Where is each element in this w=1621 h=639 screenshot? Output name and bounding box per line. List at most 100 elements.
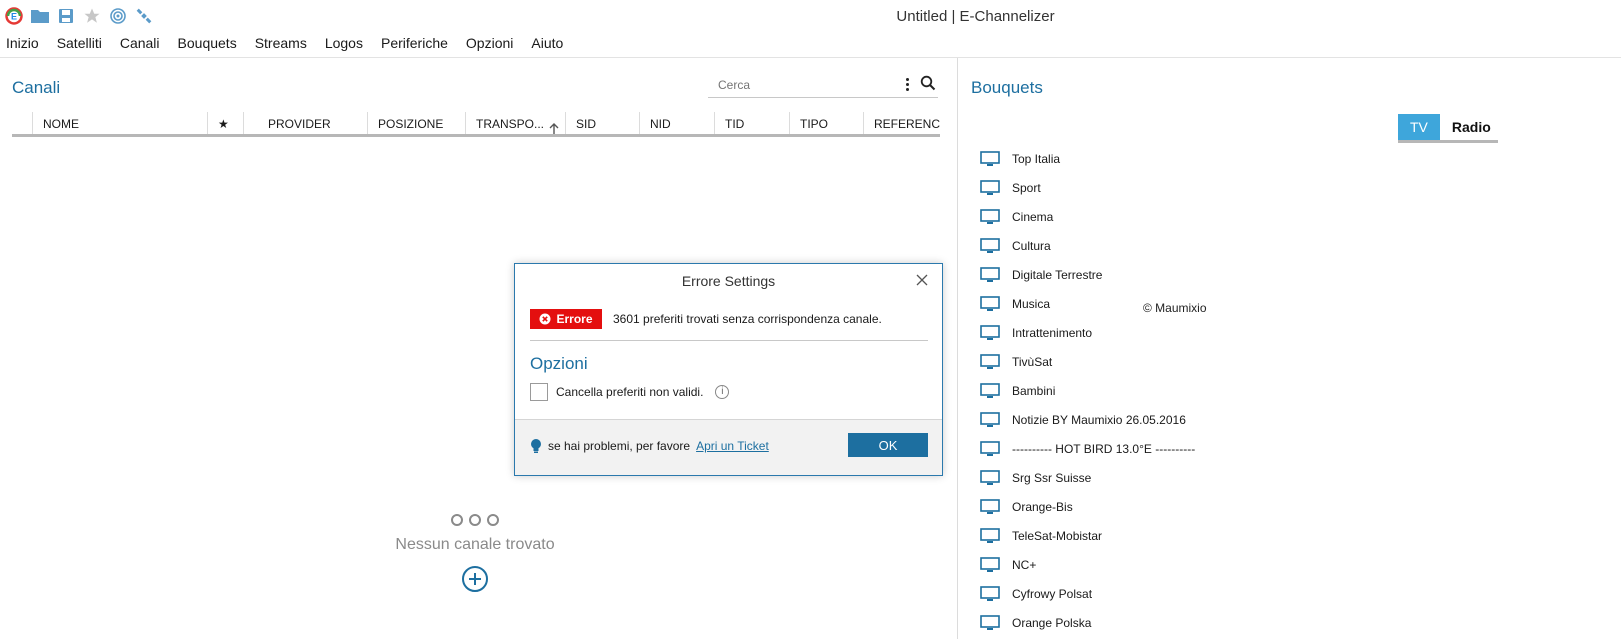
bouquet-label: Digitale Terrestre — [1012, 267, 1103, 282]
bouquet-item[interactable]: Digitale Terrestre — [980, 260, 1195, 289]
bouquet-label: ---------- HOT BIRD 13.0°E ---------- — [1012, 441, 1196, 456]
menu-inizio[interactable]: Inizio — [6, 32, 39, 54]
column-transponder-label: TRANSPO... — [476, 117, 545, 131]
bouquet-item[interactable]: NC+ — [980, 550, 1195, 579]
more-options-icon[interactable] — [902, 76, 912, 96]
column-transponder[interactable]: TRANSPO... — [465, 112, 565, 134]
bouquet-item[interactable]: Intrattenimento — [980, 318, 1195, 347]
close-icon[interactable] — [916, 273, 928, 291]
empty-state: Nessun canale trovato — [380, 514, 570, 592]
ok-button[interactable]: OK — [848, 433, 928, 457]
bouquet-label: NC+ — [1012, 557, 1037, 572]
delete-invalid-option: Cancella preferiti non validi. i — [530, 383, 730, 401]
tab-tv[interactable]: TV — [1398, 114, 1440, 140]
menu-bouquets[interactable]: Bouquets — [178, 32, 237, 54]
tv-icon — [980, 237, 1000, 254]
delete-invalid-checkbox[interactable] — [530, 383, 548, 401]
window-title: Untitled | E-Channelizer — [896, 8, 1055, 25]
bouquet-label: Orange-Bis — [1012, 499, 1073, 514]
bouquet-label: Orange Polska — [1012, 615, 1092, 630]
menu-bar: Inizio Satelliti Canali Bouquets Streams… — [0, 32, 1621, 58]
tv-icon — [980, 527, 1000, 544]
column-select[interactable] — [12, 112, 32, 134]
bouquet-item[interactable]: TivùSat — [980, 347, 1195, 376]
channels-title: Canali — [12, 78, 61, 97]
add-channel-button[interactable] — [462, 566, 488, 592]
tv-icon — [980, 179, 1000, 196]
open-ticket-link[interactable]: Apri un Ticket — [696, 439, 769, 453]
bouquet-list: Top Italia Sport Cinema Cultura Digitale Ter… — [980, 144, 1195, 637]
bouquet-label: TivùSat — [1012, 354, 1053, 369]
menu-aiuto[interactable]: Aiuto — [531, 32, 563, 54]
tv-icon — [980, 411, 1000, 428]
bouquet-item[interactable]: Cinema — [980, 202, 1195, 231]
bouquet-item[interactable]: TeleSat-Mobistar — [980, 521, 1195, 550]
column-nid[interactable]: NID — [639, 112, 714, 134]
column-reference[interactable]: REFERENC — [863, 112, 940, 134]
error-icon — [539, 313, 551, 325]
column-provider[interactable]: PROVIDER — [243, 112, 367, 134]
tv-icon — [980, 353, 1000, 370]
menu-opzioni[interactable]: Opzioni — [466, 32, 513, 54]
tv-icon — [980, 324, 1000, 341]
help-hint-text: se hai problemi, per favore — [548, 439, 691, 453]
bouquet-item[interactable]: Top Italia — [980, 144, 1195, 173]
bouquet-item[interactable]: Orange Polska — [980, 608, 1195, 637]
error-message: 3601 preferiti trovati senza corrisponde… — [613, 312, 882, 326]
menu-periferiche[interactable]: Periferiche — [381, 32, 448, 54]
column-favorite[interactable]: ★ — [207, 112, 243, 134]
tab-radio[interactable]: Radio — [1440, 114, 1503, 140]
bouquet-label: Top Italia — [1012, 151, 1061, 166]
bouquet-label: Cultura — [1012, 238, 1051, 253]
title-bar: E Untitled | E-Channelizer — [0, 0, 1621, 32]
bouquet-item[interactable]: Notizie BY Maumixio 26.05.2016 — [980, 405, 1195, 434]
search-input[interactable] — [708, 74, 888, 96]
bouquets-pane: Bouquets TV Radio Top Italia Sport Cinema C… — [957, 58, 1621, 639]
error-dialog: Errore Settings Errore 3601 preferiti tr… — [514, 263, 943, 476]
info-icon[interactable]: i — [715, 385, 730, 399]
bouquet-item[interactable]: Cyfrowy Polsat — [980, 579, 1195, 608]
bouquet-label: TeleSat-Mobistar — [1012, 528, 1103, 543]
error-badge-label: Errore — [556, 312, 593, 326]
tv-icon — [980, 498, 1000, 515]
bouquet-item[interactable]: Orange-Bis — [980, 492, 1195, 521]
bouquet-label: Bambini — [1012, 383, 1056, 398]
channels-table-header: NOME ★ PROVIDER POSIZIONE TRANSPO... SID… — [12, 112, 940, 137]
column-tipo[interactable]: TIPO — [789, 112, 863, 134]
bouquet-item[interactable]: Sport — [980, 173, 1195, 202]
column-posizione[interactable]: POSIZIONE — [367, 112, 465, 134]
column-nome[interactable]: NOME — [32, 112, 207, 134]
bouquet-item[interactable]: ---------- HOT BIRD 13.0°E ---------- — [980, 434, 1195, 463]
menu-streams[interactable]: Streams — [255, 32, 307, 54]
bouquet-label: Cyfrowy Polsat — [1012, 586, 1093, 601]
delete-invalid-label[interactable]: Cancella preferiti non validi. — [556, 385, 703, 399]
tv-icon — [980, 295, 1000, 312]
search-icon[interactable] — [920, 75, 936, 96]
tv-icon — [980, 382, 1000, 399]
search-box — [708, 74, 938, 98]
column-sid[interactable]: SID — [565, 112, 639, 134]
bouquet-label: Intrattenimento — [1012, 325, 1093, 340]
tv-icon — [980, 469, 1000, 486]
bouquet-item[interactable]: Srg Ssr Suisse — [980, 463, 1195, 492]
bouquet-item[interactable]: Bambini — [980, 376, 1195, 405]
tv-icon — [980, 440, 1000, 457]
tv-icon — [980, 556, 1000, 573]
bouquet-item[interactable]: Cultura — [980, 231, 1195, 260]
sort-ascending-icon — [549, 118, 559, 134]
tv-icon — [980, 266, 1000, 283]
menu-canali[interactable]: Canali — [120, 32, 160, 54]
bouquet-label: Sport — [1012, 180, 1041, 195]
tv-icon — [980, 208, 1000, 225]
menu-logos[interactable]: Logos — [325, 32, 363, 54]
bouquets-title: Bouquets — [971, 78, 1043, 97]
lightbulb-icon — [531, 439, 541, 453]
column-tid[interactable]: TID — [714, 112, 789, 134]
empty-message: Nessun canale trovato — [395, 536, 555, 553]
options-heading: Opzioni — [530, 354, 588, 373]
error-badge: Errore — [530, 309, 602, 329]
bouquet-label: Notizie BY Maumixio 26.05.2016 — [1012, 412, 1186, 427]
tv-icon — [980, 585, 1000, 602]
tv-icon — [980, 614, 1000, 631]
menu-satelliti[interactable]: Satelliti — [57, 32, 102, 54]
